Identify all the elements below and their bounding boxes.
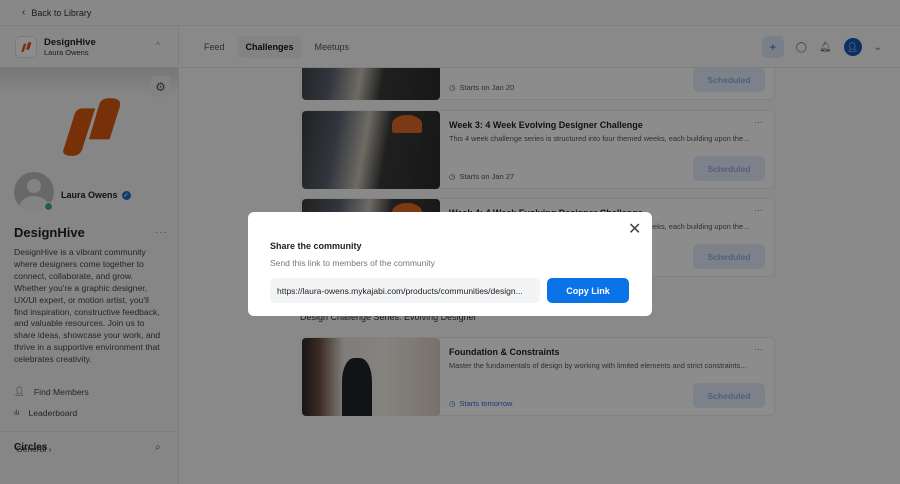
close-icon[interactable]: ✕ [628,222,641,238]
modal-subtitle: Send this link to members of the communi… [270,258,435,268]
modal-title: Share the community [270,241,362,251]
share-link-field[interactable]: https://laura-owens.mykajabi.com/product… [270,278,540,303]
share-community-modal: ✕ Share the community Send this link to … [248,212,652,316]
copy-link-button[interactable]: Copy Link [547,278,629,303]
